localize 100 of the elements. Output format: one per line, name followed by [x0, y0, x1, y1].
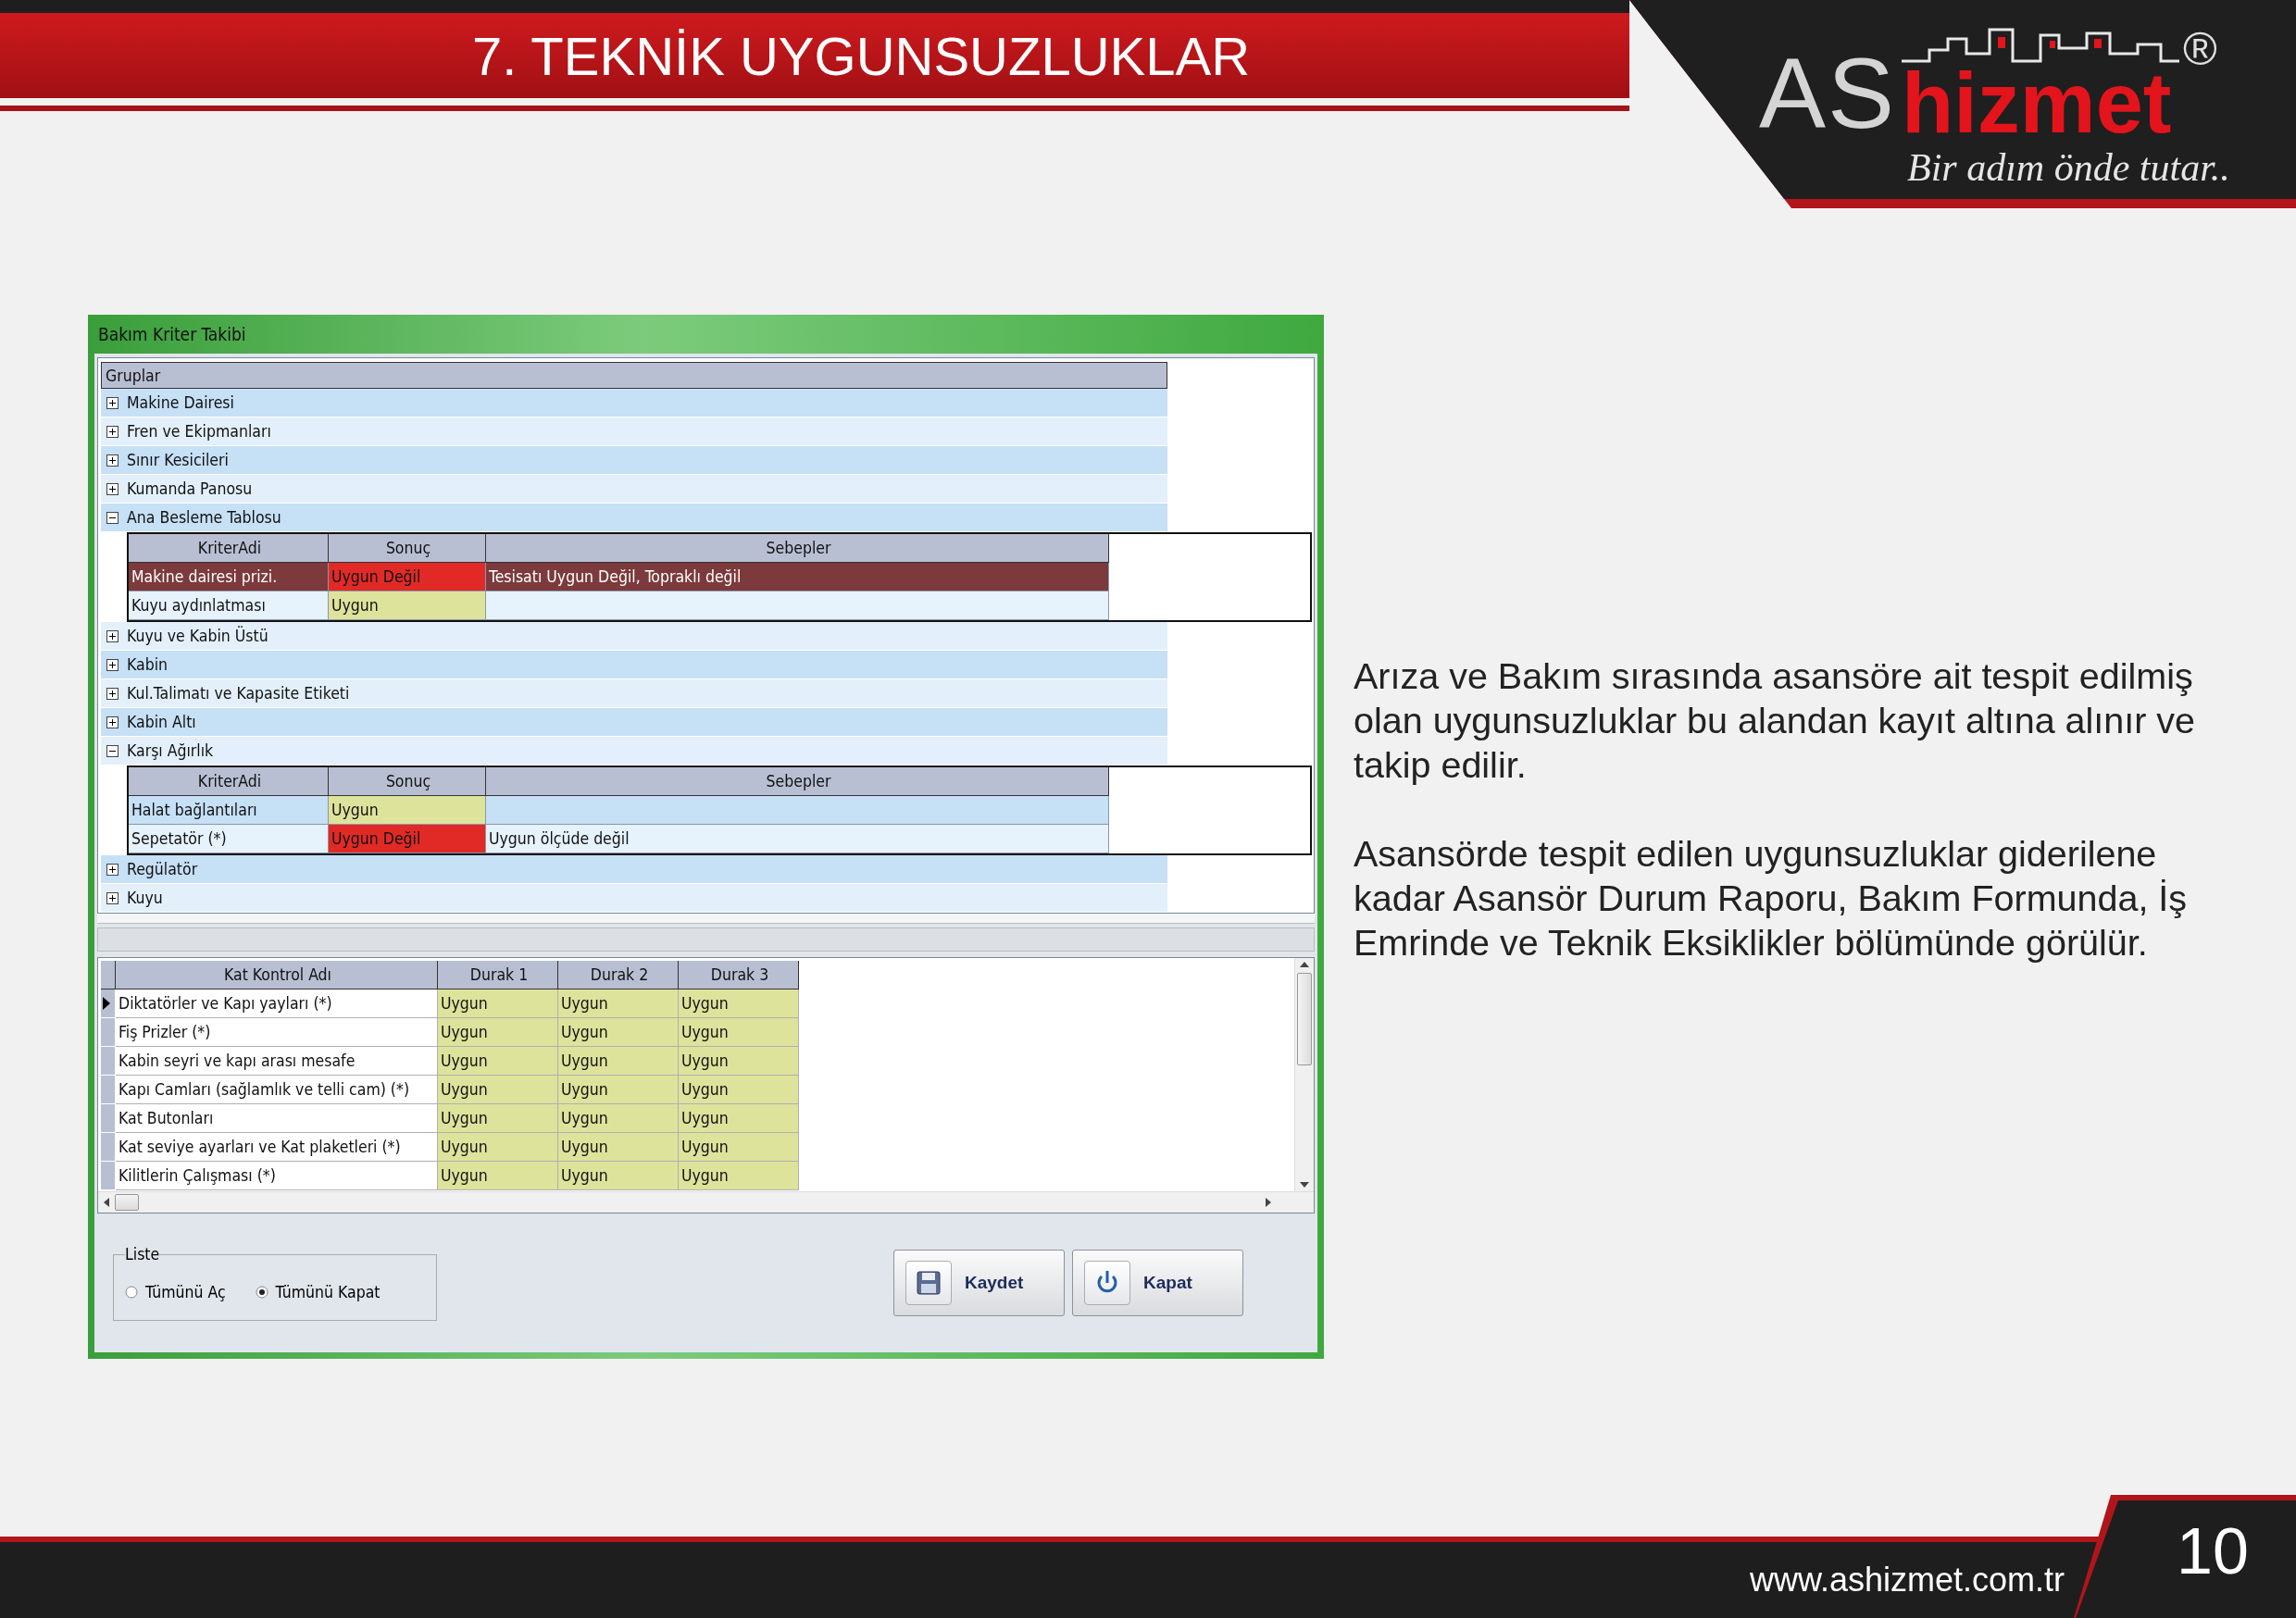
- description-text: Asansörde tespit edilen uygunsuzluklar giderilene kadar Asansör Durum Raporu, Bakım Formunda, İş Emrinde ve Teknik Eksiklikler bölümünde görülür.: [1354, 832, 2189, 965]
- group-row[interactable]: Sınır Kesicileri: [101, 446, 1167, 475]
- logo-text: hizmet: [1902, 63, 2172, 144]
- column-header: Gruplar: [101, 362, 1167, 389]
- table-cell: Uygun: [558, 1133, 679, 1162]
- table-cell: Fiş Prizler (*): [116, 1018, 438, 1047]
- collapse-icon[interactable]: [106, 744, 119, 757]
- close-button[interactable]: Kapat: [1072, 1250, 1243, 1316]
- horizontal-scrollbar[interactable]: [98, 1191, 1314, 1213]
- scroll-right-icon[interactable]: [1266, 1198, 1271, 1207]
- group-row[interactable]: Karşı Ağırlık: [101, 737, 1167, 765]
- expand-icon[interactable]: [106, 482, 119, 495]
- logo-text: AS: [1759, 44, 1897, 144]
- table-cell: Uygun: [679, 1047, 799, 1076]
- table-cell: Uygun Değil: [329, 563, 486, 591]
- table-cell: Uygun ölçüde değil: [486, 825, 1109, 853]
- expand-icon[interactable]: [106, 863, 119, 876]
- table-cell: Uygun Değil: [329, 825, 486, 853]
- slogan-text: Bir adım önde tutar..: [1907, 145, 2230, 191]
- column-header: KriterAdi: [129, 767, 329, 796]
- page-title: 7. TEKNİK UYGUNSUZLUKLAR: [0, 13, 1629, 98]
- table-cell: Uygun: [558, 1047, 679, 1076]
- group-row[interactable]: Kabin: [101, 651, 1167, 679]
- table-cell: Uygun: [679, 1104, 799, 1133]
- group-row[interactable]: Kuyu: [101, 884, 1167, 913]
- table-cell: Uygun: [438, 1076, 558, 1104]
- table-cell: Kat seviye ayarları ve Kat plaketleri (*): [116, 1133, 438, 1162]
- radio-label[interactable]: Tümünü Aç: [145, 1282, 226, 1301]
- group-row[interactable]: Kuyu ve Kabin Üstü: [101, 622, 1167, 651]
- table-cell: Uygun: [438, 1047, 558, 1076]
- expand-icon[interactable]: [106, 396, 119, 409]
- table-cell: Uygun: [329, 591, 486, 620]
- table-row[interactable]: Kuyu aydınlatması Uygun: [129, 591, 1109, 620]
- table-cell: Uygun: [558, 1162, 679, 1190]
- skyline-icon: [1902, 26, 2180, 63]
- expand-icon[interactable]: [106, 716, 119, 728]
- scroll-thumb[interactable]: [115, 1194, 139, 1211]
- radio-button[interactable]: [125, 1285, 138, 1299]
- column-header: Durak 1: [438, 961, 558, 989]
- table-cell: Uygun: [438, 989, 558, 1018]
- table-cell: Uygun: [438, 1133, 558, 1162]
- expand-icon[interactable]: [106, 425, 119, 438]
- expand-icon[interactable]: [106, 454, 119, 467]
- group-row[interactable]: Kumanda Panosu: [101, 475, 1167, 504]
- group-row[interactable]: Ana Besleme Tablosu: [101, 504, 1167, 532]
- group-row[interactable]: Makine Dairesi: [101, 389, 1167, 417]
- table-cell: Uygun: [438, 1018, 558, 1047]
- column-header: Sonuç: [329, 534, 486, 563]
- corner-header: [101, 961, 116, 989]
- column-header: Durak 2: [558, 961, 679, 989]
- table-cell: Kilitlerin Çalışması (*): [116, 1162, 438, 1190]
- table-cell: Uygun: [558, 1018, 679, 1047]
- scroll-left-icon[interactable]: [104, 1198, 109, 1207]
- table-cell: Uygun: [679, 1076, 799, 1104]
- description-text: Arıza ve Bakım sırasında asansöre ait tespit edilmiş olan uygunsuzluklar bu alandan kayıt altına alınır ve takip edilir.: [1354, 654, 2197, 787]
- table-cell: Uygun: [679, 1018, 799, 1047]
- scroll-up-icon[interactable]: [1300, 962, 1309, 967]
- expand-icon[interactable]: [106, 658, 119, 671]
- group-row[interactable]: Kul.Talimatı ve Kapasite Etiketi: [101, 679, 1167, 708]
- table-cell: Uygun: [558, 1076, 679, 1104]
- page-number: 10: [2177, 1519, 2249, 1589]
- website-link[interactable]: www.ashizmet.com.tr: [1749, 1561, 2065, 1599]
- window-title: Bakım Kriter Takibi: [97, 323, 247, 346]
- column-header: Durak 3: [679, 961, 799, 989]
- table-cell: Uygun: [558, 1104, 679, 1133]
- table-row[interactable]: Sepetatör (*) Uygun Değil Uygun ölçüde değil: [129, 825, 1109, 853]
- save-button[interactable]: Kaydet: [893, 1250, 1065, 1316]
- group-row[interactable]: Kabin Altı: [101, 708, 1167, 737]
- table-cell: Kapı Camları (sağlamlık ve telli cam) (*): [116, 1076, 438, 1104]
- scroll-down-icon[interactable]: [1300, 1182, 1309, 1188]
- table-cell: Diktatörler ve Kapı yayları (*): [116, 989, 438, 1018]
- table-cell: Uygun: [438, 1162, 558, 1190]
- table-cell: Uygun: [438, 1104, 558, 1133]
- group-title: Liste: [125, 1245, 160, 1263]
- table-cell: Uygun: [679, 1133, 799, 1162]
- row-pointer-icon: [102, 996, 111, 1011]
- table-cell: Uygun: [679, 1162, 799, 1190]
- column-header: KriterAdi: [129, 534, 329, 563]
- group-row[interactable]: Regülatör: [101, 855, 1167, 884]
- column-header: Sonuç: [329, 767, 486, 796]
- group-row[interactable]: Fren ve Ekipmanları: [101, 417, 1167, 446]
- table-cell: Uygun: [558, 989, 679, 1018]
- collapse-icon[interactable]: [106, 511, 119, 524]
- row-header[interactable]: [101, 989, 116, 1018]
- table-cell: Kat Butonları: [116, 1104, 438, 1133]
- radio-label[interactable]: Tümünü Kapat: [275, 1282, 381, 1301]
- column-header: Sebepler: [486, 767, 1109, 796]
- table-row[interactable]: Halat bağlantıları Uygun: [129, 796, 1109, 825]
- registered-mark: ®: [2183, 26, 2217, 72]
- radio-button[interactable]: [255, 1285, 268, 1299]
- table-cell: Uygun: [329, 796, 486, 825]
- table-cell: Kabin seyri ve kapı arası mesafe: [116, 1047, 438, 1076]
- vertical-scrollbar[interactable]: [1294, 958, 1314, 1191]
- expand-icon[interactable]: [106, 891, 119, 904]
- expand-icon[interactable]: [106, 629, 119, 642]
- column-header: Kat Kontrol Adı: [116, 961, 438, 989]
- table-row[interactable]: Makine dairesi prizi. Uygun Değil Tesisatı Uygun Değil, Topraklı değil: [129, 563, 1109, 591]
- scroll-thumb[interactable]: [1297, 973, 1312, 1065]
- expand-icon[interactable]: [106, 687, 119, 700]
- table-cell: Uygun: [679, 989, 799, 1018]
